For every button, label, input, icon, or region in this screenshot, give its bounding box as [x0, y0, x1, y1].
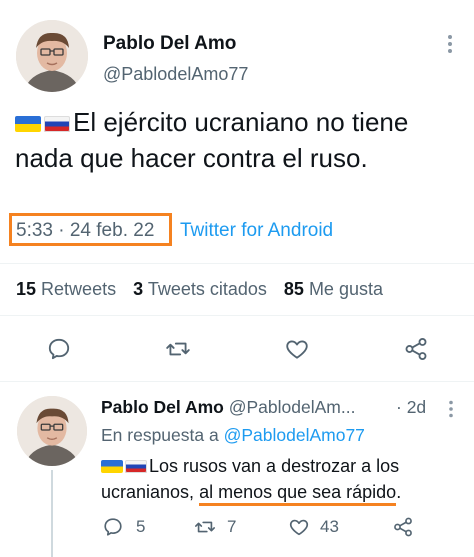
reply-author-name[interactable]: Pablo Del Amo — [101, 397, 224, 417]
more-icon[interactable] — [444, 30, 456, 58]
ukraine-flag-icon — [15, 116, 41, 132]
reply-icon[interactable] — [101, 515, 125, 539]
retweets-stat[interactable]: 15 Retweets — [16, 279, 116, 299]
retweets-count: 15 — [16, 279, 37, 299]
author-name[interactable]: Pablo Del Amo — [103, 33, 236, 55]
divider — [0, 381, 474, 382]
reply-header: Pablo Del Amo @PablodelAm... — [101, 397, 355, 418]
retweets-label: Retweets — [41, 279, 117, 299]
like-icon[interactable] — [282, 334, 312, 364]
quotes-count: 3 — [133, 279, 144, 299]
tweet-timestamp[interactable]: 5:33 · 24 feb. 22 — [16, 220, 154, 242]
reply-text-part2: . — [396, 482, 402, 502]
avatar-image — [16, 20, 88, 92]
quotes-stat[interactable]: 3 Tweets citados — [133, 279, 267, 299]
reply-actions: 5 7 43 — [101, 515, 431, 541]
ukraine-flag-icon — [101, 460, 123, 473]
share-icon[interactable] — [391, 515, 415, 539]
likes-count: 85 — [283, 279, 304, 299]
russia-flag-icon — [44, 116, 70, 132]
like-icon[interactable] — [287, 515, 311, 539]
likes-label: Me gusta — [308, 279, 383, 299]
reply-count: 5 — [136, 517, 146, 536]
retweet-icon[interactable] — [192, 515, 218, 539]
reply-text: Los rusos van a destrozar a los ucranian… — [101, 453, 426, 506]
avatar[interactable] — [16, 20, 88, 92]
reply-age[interactable]: · 2d — [396, 397, 426, 418]
reply-prefix: En respuesta a — [101, 425, 219, 445]
like-count: 43 — [320, 517, 339, 536]
thread-line — [51, 470, 53, 557]
russia-flag-icon — [125, 460, 147, 473]
stats-row: 15 Retweets 3 Tweets citados 85 Me gusta — [16, 279, 383, 300]
reply-to-link[interactable]: @PablodelAmo77 — [224, 425, 365, 445]
divider — [0, 315, 474, 316]
tweet-source[interactable]: Twitter for Android — [180, 220, 333, 242]
share-icon[interactable] — [401, 334, 431, 364]
reply-avatar[interactable] — [17, 396, 87, 466]
reply-author-handle[interactable]: @PablodelAm... — [229, 397, 356, 417]
divider — [0, 263, 474, 264]
more-icon[interactable] — [446, 398, 456, 420]
tweet-text-content: El ejército ucraniano no tiene nada que … — [15, 107, 409, 173]
author-handle[interactable]: @PablodelAmo77 — [103, 64, 248, 85]
reply-text-highlight: al menos que sea rápido — [199, 482, 397, 506]
avatar-image — [17, 396, 87, 466]
reply-context: En respuesta a @PablodelAmo77 — [101, 425, 365, 446]
tweet-text: El ejército ucraniano no tiene nada que … — [15, 104, 435, 176]
retweet-count: 7 — [227, 517, 237, 536]
retweet-icon[interactable] — [163, 334, 193, 364]
quotes-label: Tweets citados — [147, 279, 267, 299]
reply-icon[interactable] — [44, 334, 74, 364]
likes-stat[interactable]: 85 Me gusta — [284, 279, 383, 299]
